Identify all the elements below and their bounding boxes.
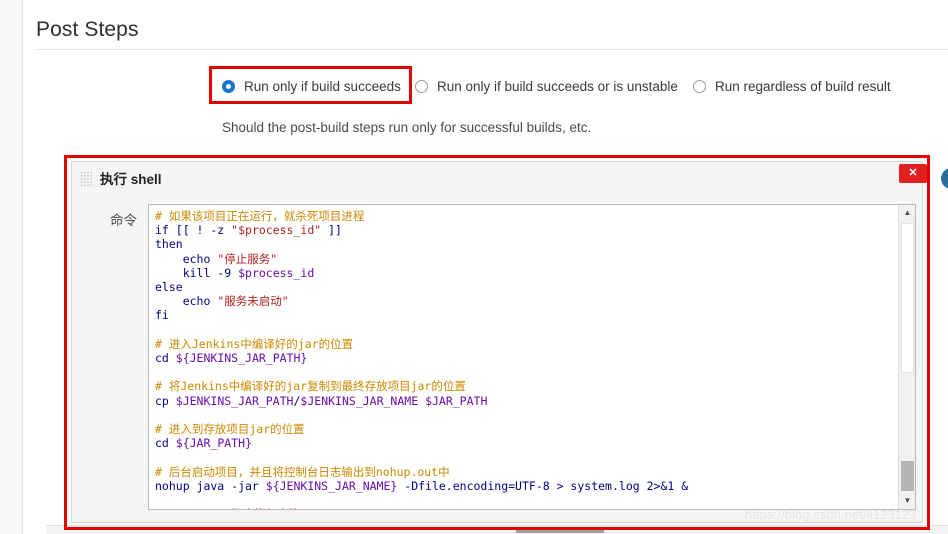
scroll-thumb-bottom[interactable]: [901, 461, 914, 491]
radio-label-2: Run regardless of build result: [715, 78, 891, 94]
close-icon[interactable]: ✕: [899, 164, 927, 183]
scroll-down-arrow-icon[interactable]: ▼: [899, 493, 915, 509]
scroll-up-arrow-icon[interactable]: ▲: [899, 205, 915, 221]
watermark: https://blog.csdn.net/li123123: [745, 508, 917, 522]
command-textarea-wrapper[interactable]: # 如果该项目正在运行，就杀死项目进程 if [[ ! -z "$process…: [148, 204, 916, 510]
page-root: Post Steps Run only if build succeeds Ru…: [0, 0, 948, 534]
builder-title: 执行 shell: [100, 172, 162, 187]
radio-dot[interactable]: [415, 79, 428, 93]
command-vertical-scrollbar[interactable]: ▲ ▼: [898, 205, 915, 509]
help-icon[interactable]: ?: [941, 168, 948, 189]
radio-label-1: Run only if build succeeds or is unstabl…: [437, 78, 678, 94]
builder-header: 执行 shell ✕: [72, 162, 927, 194]
radio-dot-selected[interactable]: [222, 79, 235, 93]
radio-label-0: Run only if build succeeds: [244, 78, 401, 94]
scroll-thumb[interactable]: [901, 223, 914, 373]
radio-run-only-if-build-succeeds[interactable]: Run only if build succeeds: [222, 73, 401, 99]
radio-run-only-if-build-succeeds-or-unstable[interactable]: Run only if build succeeds or is unstabl…: [415, 73, 678, 99]
post-steps-helper-text: Should the post-build steps run only for…: [222, 120, 592, 135]
radio-dot[interactable]: [693, 79, 706, 93]
page-horizontal-scrollbar[interactable]: [46, 525, 948, 534]
drag-handle-icon[interactable]: [80, 171, 93, 188]
execute-shell-builder-panel: 执行 shell ✕ 命令 # 如果该项目正在运行，就杀死项目进程 if [[ …: [71, 161, 927, 523]
command-field-label: 命令: [110, 213, 137, 228]
command-code-text[interactable]: # 如果该项目正在运行，就杀死项目进程 if [[ ! -z "$process…: [155, 209, 898, 509]
page-title: Post Steps: [36, 18, 139, 41]
page-hscroll-thumb[interactable]: [516, 527, 604, 533]
command-code-area[interactable]: # 如果该项目正在运行，就杀死项目进程 if [[ ! -z "$process…: [149, 205, 898, 509]
left-gutter: [0, 0, 23, 534]
post-build-condition-radio-group: Run only if build succeeds Run only if b…: [23, 73, 948, 99]
content-pane: Post Steps Run only if build succeeds Ru…: [23, 0, 948, 534]
radio-run-regardless-of-build-result[interactable]: Run regardless of build result: [693, 73, 891, 99]
section-divider: [36, 49, 948, 50]
